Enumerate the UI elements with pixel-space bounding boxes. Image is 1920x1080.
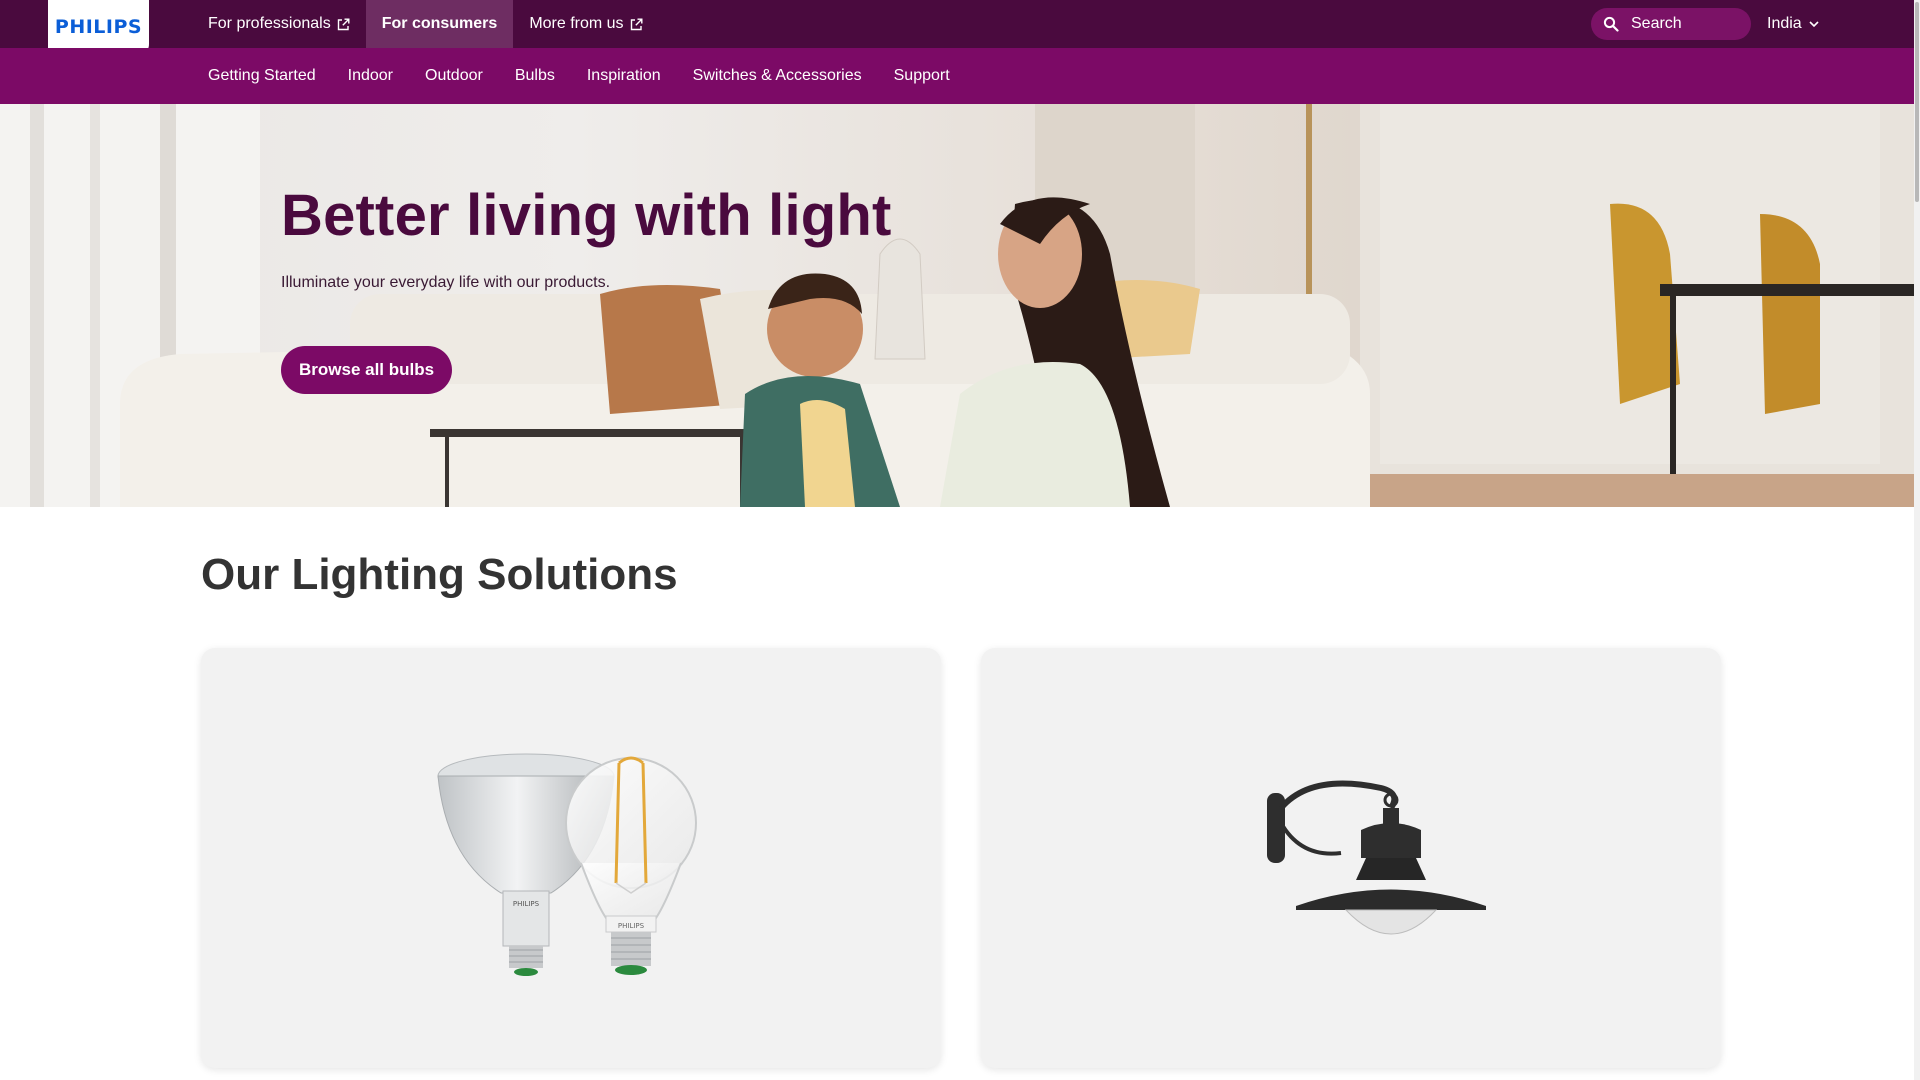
logo-wordmark: PHILIPS (54, 16, 143, 38)
country-label: India (1767, 15, 1802, 32)
page-scrollbar[interactable] (1914, 0, 1920, 1080)
category-nav: Getting Started Indoor Outdoor Bulbs Ins… (0, 48, 1920, 104)
subnav-indoor[interactable]: Indoor (332, 48, 409, 104)
search-button[interactable]: Search (1591, 8, 1751, 40)
bulb-brand-text: PHILIPS (513, 900, 540, 908)
topnav-label: More from us (529, 15, 624, 32)
country-selector[interactable]: India (1767, 0, 1820, 48)
topnav-more-from-us[interactable]: More from us (513, 0, 658, 48)
outdoor-wall-lamp-image (1267, 780, 1486, 935)
topnav-label: For professionals (208, 15, 331, 32)
subnav-switches-accessories[interactable]: Switches & Accessories (677, 48, 878, 104)
philips-logo[interactable]: PHILIPS (48, 0, 149, 54)
subnav-inspiration[interactable]: Inspiration (571, 48, 677, 104)
solution-card-outdoor[interactable] (981, 648, 1721, 1068)
subnav-support[interactable]: Support (878, 48, 966, 104)
hero-title: Better living with light (281, 183, 892, 248)
external-link-icon (337, 18, 350, 31)
chevron-down-icon (1809, 21, 1819, 28)
hero-banner: Better living with light Illuminate your… (0, 104, 1920, 507)
section-title: Our Lighting Solutions (201, 550, 678, 599)
bulb-brand-text: PHILIPS (618, 922, 645, 930)
category-nav-items: Getting Started Indoor Outdoor Bulbs Ins… (192, 48, 966, 104)
topnav-for-professionals[interactable]: For professionals (192, 0, 366, 48)
hero-subtitle: Illuminate your everyday life with our p… (281, 274, 611, 291)
solution-card-bulbs[interactable]: PHILIPS PHILIPS (201, 648, 941, 1068)
search-icon (1603, 16, 1619, 32)
topnav-for-consumers[interactable]: For consumers (365, 0, 514, 48)
subnav-getting-started[interactable]: Getting Started (192, 48, 332, 104)
audience-nav: For professionals For consumers More fro… (192, 0, 659, 48)
scrollbar-thumb[interactable] (1915, 2, 1919, 202)
search-label: Search (1631, 15, 1682, 32)
bulbs-image: PHILIPS PHILIPS (437, 753, 697, 976)
top-bar: PHILIPS For professionals For consumers … (0, 0, 1920, 54)
hero-living-room-image (0, 104, 1920, 507)
browse-all-bulbs-button[interactable]: Browse all bulbs (281, 346, 453, 394)
external-link-icon (630, 18, 643, 31)
subnav-bulbs[interactable]: Bulbs (499, 48, 571, 104)
subnav-outdoor[interactable]: Outdoor (409, 48, 499, 104)
topnav-label: For consumers (381, 15, 498, 32)
